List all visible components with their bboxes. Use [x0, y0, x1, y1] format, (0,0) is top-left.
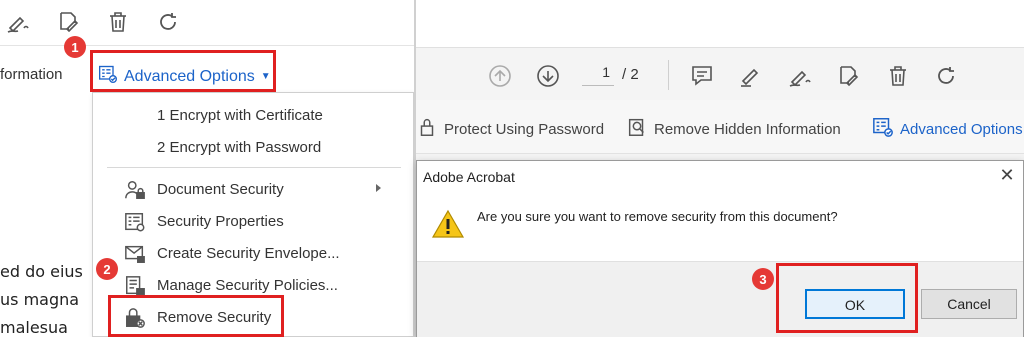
- toolbar-divider: [668, 60, 669, 90]
- menu-item-label: Manage Security Policies...: [157, 277, 338, 294]
- highlight-box-ok: [776, 263, 918, 333]
- step-badge-2: 2: [96, 258, 118, 280]
- document-text-line: malesua: [0, 318, 68, 337]
- sign-icon[interactable]: [786, 62, 814, 90]
- left-top-toolbar: [0, 0, 414, 46]
- page-down-icon[interactable]: [534, 62, 562, 90]
- protect-using-password-button[interactable]: Protect Using Password: [416, 116, 604, 142]
- advanced-options-label: Advanced Options: [900, 120, 1023, 138]
- advanced-options-icon: [872, 116, 894, 142]
- dialog-title: Adobe Acrobat: [423, 169, 515, 185]
- step-badge-3: 3: [752, 268, 774, 290]
- cancel-button[interactable]: Cancel: [921, 289, 1017, 319]
- edit-doc-icon[interactable]: [834, 62, 862, 90]
- rotate-icon[interactable]: [154, 8, 182, 36]
- menu-item-encrypt-password[interactable]: 2 Encrypt with Password: [93, 133, 413, 163]
- edit-doc-icon[interactable]: [54, 8, 82, 36]
- menu-item-label: Security Properties: [157, 213, 284, 230]
- highlight-box-advanced-options: [90, 50, 276, 92]
- hidden-information-label[interactable]: formation: [0, 66, 63, 83]
- menu-item-label: 1 Encrypt with Certificate: [157, 107, 323, 124]
- trash-icon[interactable]: [104, 8, 132, 36]
- right-top-area: [416, 0, 1024, 48]
- policy-icon: [123, 275, 147, 297]
- page-number-input[interactable]: 1: [582, 64, 614, 86]
- menu-item-label: Document Security: [157, 181, 284, 198]
- user-lock-icon: [123, 179, 147, 201]
- trash-icon[interactable]: [884, 62, 912, 90]
- highlight-box-remove-security: [108, 295, 284, 337]
- advanced-options-button-right[interactable]: Advanced Options: [872, 116, 1023, 142]
- menu-item-label: 2 Encrypt with Password: [157, 139, 322, 156]
- menu-item-encrypt-certificate[interactable]: 1 Encrypt with Certificate: [93, 101, 413, 131]
- menu-item-security-properties[interactable]: Security Properties: [93, 207, 413, 237]
- menu-item-label: Create Security Envelope...: [157, 245, 340, 262]
- menu-separator: [107, 167, 401, 168]
- protect-using-password-label: Protect Using Password: [444, 120, 605, 138]
- page-up-icon[interactable]: [486, 62, 514, 90]
- rotate-icon[interactable]: [932, 62, 960, 90]
- document-text-line: ed do eius: [0, 262, 83, 281]
- comment-icon[interactable]: [688, 62, 716, 90]
- document-text-line: us magna: [0, 290, 80, 309]
- remove-hidden-icon: [626, 116, 648, 142]
- lock-icon: [416, 116, 438, 142]
- dialog-message: Are you sure you want to remove security…: [477, 209, 838, 224]
- dialog-body: [417, 193, 1023, 263]
- remove-hidden-information-label: Remove Hidden Information: [654, 120, 841, 138]
- document-text: ed do eius us magna malesua: [0, 258, 83, 337]
- submenu-arrow-icon: [376, 184, 381, 192]
- menu-item-document-security[interactable]: Document Security: [93, 175, 413, 205]
- sign-icon[interactable]: [4, 8, 32, 36]
- step-badge-1: 1: [64, 36, 86, 58]
- remove-hidden-information-button[interactable]: Remove Hidden Information: [626, 116, 841, 142]
- confirm-dialog: Adobe Acrobat ✕ Are you sure you want to…: [416, 160, 1024, 337]
- warning-icon: [431, 209, 465, 239]
- page-total-label: / 2: [622, 66, 639, 83]
- close-icon[interactable]: ✕: [997, 165, 1017, 185]
- envelope-lock-icon: [123, 243, 147, 265]
- menu-item-create-security-envelope[interactable]: Create Security Envelope...: [93, 239, 413, 269]
- highlight-pen-icon[interactable]: [736, 62, 764, 90]
- properties-icon: [123, 211, 147, 233]
